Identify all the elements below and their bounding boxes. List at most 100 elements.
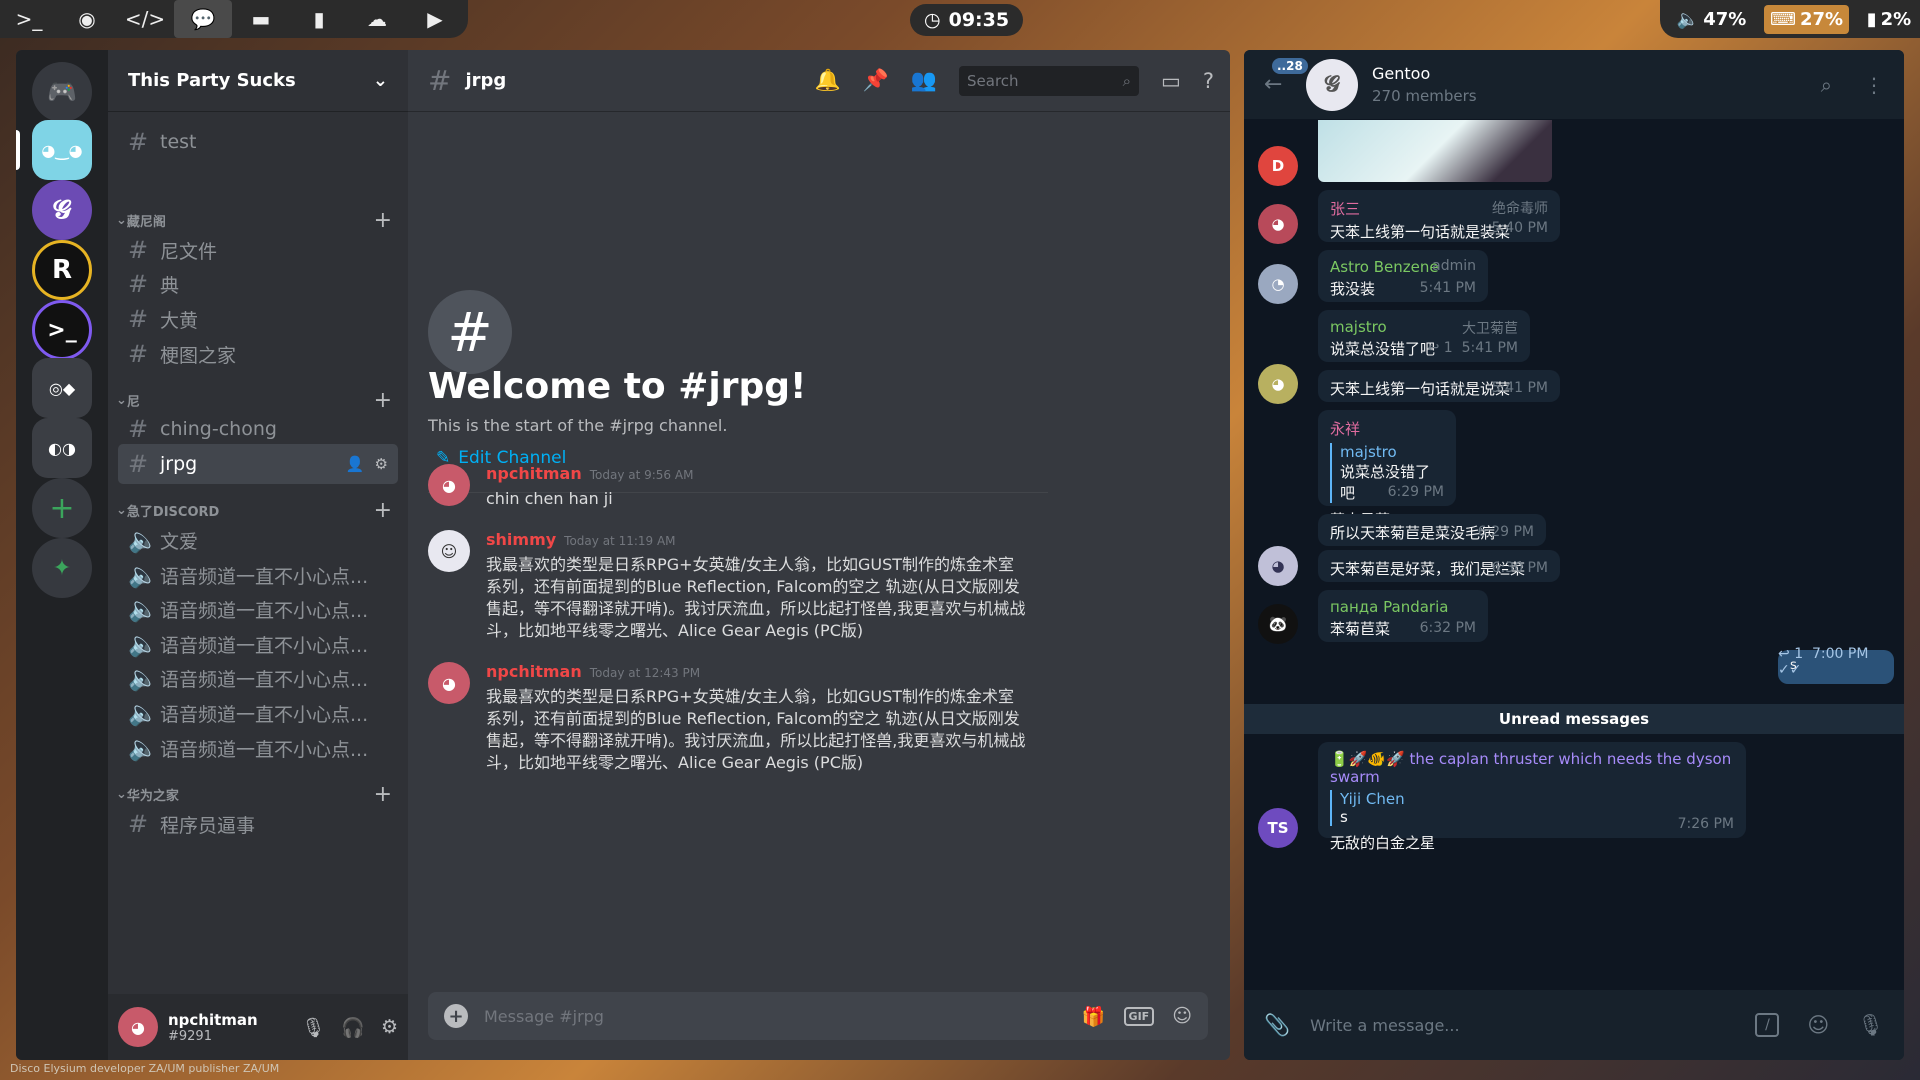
server-terminal[interactable]: >_ bbox=[32, 300, 92, 360]
attach-plus-icon[interactable]: + bbox=[444, 1004, 468, 1028]
category-header[interactable]: ⌄ 急了DISCORD + bbox=[116, 498, 400, 523]
channel-item[interactable]: # 大黄 bbox=[118, 299, 398, 339]
user-tag: #9291 bbox=[168, 1028, 212, 1044]
invite-icon[interactable]: 👤 bbox=[346, 455, 365, 473]
code-icon[interactable]: </> bbox=[116, 0, 174, 38]
hash-icon: # bbox=[428, 64, 452, 97]
chat-icon[interactable]: 💬 bbox=[174, 0, 232, 38]
discord-home-icon[interactable]: 🎮 bbox=[32, 62, 92, 122]
search-icon[interactable]: ⌕ bbox=[1821, 73, 1832, 97]
category-header[interactable]: ⌄ 藏尼阁 + bbox=[116, 208, 400, 233]
gear-icon[interactable]: ⚙ bbox=[375, 455, 388, 473]
members-icon[interactable]: 👥 bbox=[911, 68, 937, 93]
clock[interactable]: ◷ 09:35 bbox=[910, 4, 1024, 36]
cloud-icon[interactable]: ☁ bbox=[348, 0, 406, 38]
gif-icon[interactable]: GIF bbox=[1123, 1006, 1155, 1026]
message-bubble[interactable]: панда Pandaria 苯菊苣菜 6:32 PM bbox=[1318, 590, 1488, 642]
message-bubble[interactable]: 🔋🚀🐠🚀 the caplan thruster which needs the… bbox=[1318, 742, 1746, 852]
message-composer[interactable]: 📎 Write a message... / ☺ 🎙 bbox=[1244, 990, 1904, 1060]
guild-header[interactable]: This Party Sucks ⌄ bbox=[108, 50, 408, 112]
voice-channel[interactable]: 🔈 语音频道一直不小心点... bbox=[118, 658, 398, 698]
help-icon[interactable]: ? bbox=[1203, 69, 1214, 93]
channel-test[interactable]: # test bbox=[118, 122, 398, 162]
gear-icon[interactable]: ⚙ bbox=[381, 1016, 398, 1039]
avatar[interactable]: ◕ bbox=[118, 1007, 158, 1047]
more-vertical-icon[interactable]: ⋮ bbox=[1864, 73, 1884, 97]
voice-channel[interactable]: 🔈 语音频道一直不小心点... bbox=[118, 693, 398, 733]
microphone-icon[interactable]: 🎙 bbox=[1857, 1013, 1884, 1038]
avatar[interactable]: D bbox=[1258, 146, 1298, 186]
microphone-icon[interactable]: 🎙 bbox=[301, 1016, 325, 1039]
voice-channel[interactable]: 🔈 文爱 bbox=[118, 520, 398, 560]
server-kirby[interactable]: ◕‿◕ bbox=[32, 120, 92, 180]
back-arrow-icon[interactable]: ← ..28 bbox=[1264, 58, 1308, 97]
image-message[interactable] bbox=[1318, 120, 1552, 182]
own-message-bubble[interactable]: s ↩ 1 7:00 PM ✓✓ bbox=[1778, 646, 1894, 684]
inbox-icon[interactable]: ▭ bbox=[1161, 69, 1181, 93]
avatar[interactable]: ☺ bbox=[428, 530, 470, 572]
bot-commands-icon[interactable]: / bbox=[1755, 1013, 1780, 1037]
system-tray: 🔈 47% ⌨ 27% ▮ 2% bbox=[1660, 0, 1920, 38]
channel-item[interactable]: # 梗图之家 bbox=[118, 334, 398, 374]
chat-area: # jrpg 🔔 📌 👥 Search ⌕ ▭ ? # Welcome to #… bbox=[408, 50, 1230, 1060]
channel-item[interactable]: # 程序员逼事 bbox=[118, 804, 398, 844]
folder-icon[interactable]: ▬ bbox=[232, 0, 290, 38]
avatar[interactable]: ◕ bbox=[1258, 204, 1298, 244]
firefox-icon[interactable]: ◉ bbox=[58, 0, 116, 38]
message-author[interactable]: npchitman Today at 12:43 PM bbox=[486, 662, 700, 681]
reply-quote[interactable]: Yiji Chen s bbox=[1330, 790, 1734, 826]
headphones-icon[interactable]: 🎧 bbox=[341, 1016, 365, 1039]
avatar[interactable]: ◕ bbox=[428, 662, 470, 704]
battery-indicator[interactable]: ▮ 2% bbox=[1867, 9, 1911, 30]
message-bubble[interactable]: 永祥 majstro 说菜总没错了吧 菊本是菜 6:29 PM bbox=[1318, 410, 1456, 529]
add-channel-icon[interactable]: + bbox=[374, 208, 392, 233]
add-channel-icon[interactable]: + bbox=[374, 782, 392, 807]
message-author[interactable]: shimmy Today at 11:19 AM bbox=[486, 530, 676, 549]
avatar[interactable]: 🐼 bbox=[1258, 604, 1298, 644]
message-author[interactable]: npchitman Today at 9:56 AM bbox=[486, 464, 693, 483]
message-bubble[interactable]: 所以天苯菊苣是菜没毛病 6:29 PM bbox=[1318, 514, 1546, 546]
hash-icon: # bbox=[128, 128, 149, 156]
emoji-icon[interactable]: ☺ bbox=[1807, 1013, 1829, 1037]
add-server-button[interactable]: + bbox=[32, 478, 92, 538]
channel-item[interactable]: # 典 bbox=[118, 264, 398, 304]
category-header[interactable]: ⌄ 华为之家 + bbox=[116, 782, 400, 807]
keyboard-battery-indicator[interactable]: ⌨ 27% bbox=[1763, 4, 1850, 34]
add-channel-icon[interactable]: + bbox=[374, 498, 392, 523]
voice-channel[interactable]: 🔈 语音频道一直不小心点... bbox=[118, 589, 398, 629]
avatar[interactable]: ◔ bbox=[1258, 264, 1298, 304]
volume-indicator[interactable]: 🔈 47% bbox=[1677, 9, 1747, 30]
group-avatar[interactable]: 𝓖 bbox=[1306, 58, 1358, 111]
avatar[interactable]: ◕ bbox=[1258, 364, 1298, 404]
server-gentoo[interactable]: 𝓖 bbox=[32, 180, 92, 240]
explore-servers-button[interactable]: ✦ bbox=[32, 538, 92, 598]
message-composer[interactable]: + Message #jrpg 🎁 GIF ☺ bbox=[428, 992, 1208, 1040]
gift-icon[interactable]: 🎁 bbox=[1082, 1005, 1106, 1028]
channel-jrpg[interactable]: # jrpg 👤 ⚙ bbox=[118, 444, 398, 484]
channel-item[interactable]: # ching-chong bbox=[118, 409, 398, 449]
voice-channel[interactable]: 🔈 语音频道一直不小心点... bbox=[118, 728, 398, 768]
message-bubble[interactable]: majstro 大卫菊苣 说菜总没错了吧 ↩ 1 5:41 PM bbox=[1318, 310, 1530, 362]
media-play-icon[interactable]: ▶ bbox=[406, 0, 464, 38]
avatar[interactable]: ◕ bbox=[428, 464, 470, 506]
message-bubble[interactable]: Astro Benzene admin 我没装 5:41 PM bbox=[1318, 250, 1488, 302]
emoji-icon[interactable]: ☺ bbox=[1172, 1005, 1192, 1027]
message-bubble[interactable]: 天苯菊苣是好菜，我们是烂菜 6:30 PM bbox=[1318, 550, 1560, 582]
search-input[interactable]: Search ⌕ bbox=[959, 65, 1139, 96]
avatar[interactable]: TS bbox=[1258, 808, 1298, 848]
avatar[interactable]: ◕ bbox=[1258, 546, 1298, 586]
server-folder-2[interactable]: ◐◑ bbox=[32, 418, 92, 478]
forward-link[interactable]: 🔋🚀🐠🚀 the caplan thruster which needs the… bbox=[1330, 750, 1734, 786]
timestamp: 6:29 PM bbox=[1477, 524, 1534, 540]
welcome-title: Welcome to #jrpg! bbox=[428, 366, 807, 407]
server-folder-1[interactable]: ◎◆ bbox=[32, 358, 92, 418]
paperclip-icon[interactable]: 📎 bbox=[1264, 1013, 1290, 1038]
bell-icon[interactable]: 🔔 bbox=[815, 68, 841, 93]
message-bubble[interactable]: 天苯上线第一句话就是说菜 5:41 PM bbox=[1318, 370, 1560, 402]
book-icon[interactable]: ▮ bbox=[290, 0, 348, 38]
terminal-icon[interactable]: >_ bbox=[0, 0, 58, 38]
message-bubble[interactable]: 张三 绝命毒师 天苯上线第一句话就是装菜 5:40 PM bbox=[1318, 190, 1560, 242]
server-rust[interactable]: R bbox=[32, 240, 92, 300]
pin-icon[interactable]: 📌 bbox=[863, 68, 889, 93]
message-input[interactable]: Write a message... bbox=[1310, 1016, 1459, 1035]
